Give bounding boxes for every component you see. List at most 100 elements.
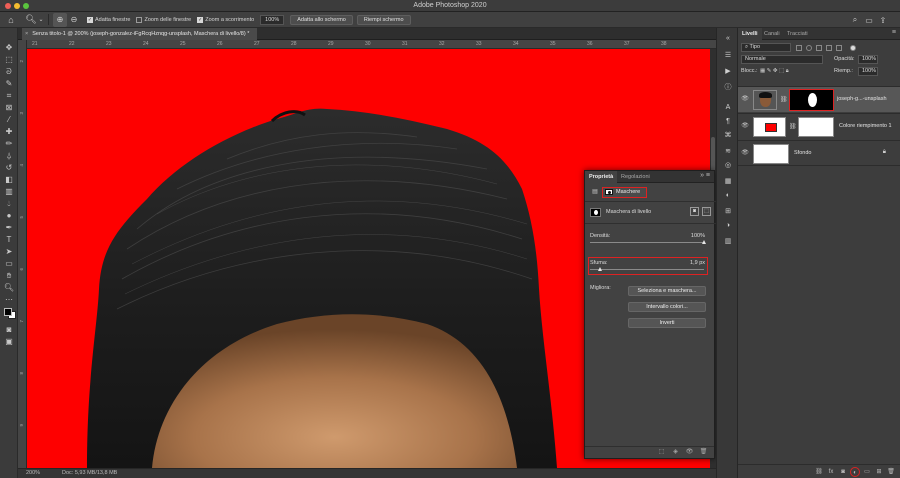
properties-icon[interactable]: ▦ bbox=[722, 176, 734, 187]
tab-adjustments[interactable]: Regolazioni bbox=[617, 171, 654, 183]
path-selection-tool-icon[interactable]: ➤ bbox=[2, 246, 16, 257]
color-icon[interactable]: ◑ bbox=[722, 220, 734, 231]
fit-screen-button[interactable]: Adatta allo schermo bbox=[290, 14, 353, 25]
swatches-icon[interactable]: ▥ bbox=[722, 236, 734, 247]
zoom-all-windows-checkbox[interactable]: Zoom delle finestre bbox=[136, 16, 191, 23]
invert-button[interactable]: Inverti bbox=[628, 318, 706, 328]
masks-section-chip[interactable]: Maschere bbox=[602, 186, 648, 198]
blur-tool-icon[interactable]: 💧︎ bbox=[2, 198, 16, 209]
character-icon[interactable]: A bbox=[722, 102, 734, 113]
filter-adjustment-icon[interactable] bbox=[806, 45, 812, 51]
density-value[interactable]: 100% bbox=[691, 233, 705, 239]
chevron-down-icon[interactable]: ⌄ bbox=[38, 13, 44, 27]
trash-icon[interactable]: 🗑︎ bbox=[886, 467, 896, 477]
visibility-icon[interactable]: 👁︎ bbox=[741, 95, 749, 103]
pixel-mask-icon[interactable]: ▤ bbox=[591, 188, 599, 196]
crop-tool-icon[interactable]: ⌗ bbox=[2, 90, 16, 101]
link-icon[interactable]: ⛓ bbox=[780, 96, 788, 103]
actions-icon[interactable]: ▶ bbox=[722, 66, 734, 77]
glyphs-icon[interactable]: ⌘ bbox=[722, 130, 734, 141]
tab-properties[interactable]: Proprietà bbox=[585, 171, 618, 183]
type-tool-icon[interactable]: T bbox=[2, 234, 16, 245]
paragraph-icon[interactable]: ¶ bbox=[722, 116, 734, 127]
tab-channels[interactable]: Canali bbox=[760, 28, 784, 40]
zoom-in-icon[interactable]: ⊕ bbox=[53, 12, 67, 27]
zoom-tool-icon[interactable]: 🔍︎ bbox=[24, 13, 38, 27]
adjustment-layer-icon[interactable]: ◐ bbox=[850, 466, 860, 477]
fit-windows-checkbox[interactable]: ✓ Adatta finestre bbox=[87, 16, 130, 23]
layer-row[interactable]: 👁︎ ⛓ Colore riempimento 1 bbox=[738, 113, 900, 139]
layer-name[interactable]: joseph-g...-unsplash bbox=[837, 96, 887, 102]
hand-tool-icon[interactable]: ✋︎ bbox=[2, 270, 16, 281]
eraser-tool-icon[interactable]: ◧ bbox=[2, 174, 16, 185]
rectangle-tool-icon[interactable]: ▭ bbox=[2, 258, 16, 269]
link-icon[interactable]: ⛓ bbox=[789, 123, 797, 130]
filter-type-icon[interactable] bbox=[816, 45, 822, 51]
new-layer-icon[interactable]: ⊞ bbox=[874, 467, 884, 477]
add-mask-icon[interactable]: ◙ bbox=[838, 467, 848, 477]
panel-menu-icon[interactable]: » ≡ bbox=[700, 172, 710, 179]
status-doc-info[interactable]: Doc: 5,93 MB/13,8 MB bbox=[62, 469, 117, 478]
select-and-mask-button[interactable]: Seleziona e maschera... bbox=[628, 286, 706, 296]
history-brush-tool-icon[interactable]: ↺ bbox=[2, 162, 16, 173]
link-layers-icon[interactable]: ⛓ bbox=[814, 467, 824, 477]
lock-icon[interactable]: 🔒︎ bbox=[883, 149, 886, 156]
layer-row[interactable]: 👁︎ Sfondo 🔒︎ bbox=[738, 140, 900, 166]
lasso-tool-icon[interactable]: ᘐ bbox=[2, 66, 16, 77]
density-track[interactable] bbox=[590, 242, 704, 243]
home-icon[interactable]: ⌂ bbox=[4, 13, 18, 27]
apply-mask-icon[interactable]: ◈ bbox=[671, 448, 680, 457]
collapse-icon[interactable]: « bbox=[722, 33, 734, 44]
trash-icon[interactable]: 🗑︎ bbox=[699, 448, 708, 457]
load-selection-icon[interactable]: ⬚ bbox=[657, 448, 666, 457]
filter-kind-select[interactable]: ⌕ Tipo bbox=[741, 43, 791, 52]
quick-selection-tool-icon[interactable]: ✎ bbox=[2, 78, 16, 89]
brushes-icon[interactable]: ≋ bbox=[722, 146, 734, 157]
visibility-icon[interactable]: 👁︎ bbox=[685, 448, 694, 457]
info-icon[interactable]: ⓘ bbox=[722, 82, 734, 93]
brush-tool-icon[interactable]: ✏ bbox=[2, 138, 16, 149]
blend-mode-select[interactable]: Normale bbox=[741, 55, 823, 64]
filter-shape-icon[interactable] bbox=[826, 45, 832, 51]
layer-mask-thumbnail[interactable] bbox=[798, 117, 834, 137]
screen-mode-icon[interactable]: ▣ bbox=[2, 336, 16, 347]
layer-mask-thumbnail[interactable] bbox=[789, 89, 834, 111]
more-tools-icon[interactable]: ⋯ bbox=[2, 294, 16, 305]
new-group-icon[interactable]: ▭ bbox=[862, 467, 872, 477]
status-zoom[interactable]: 200% bbox=[26, 469, 40, 478]
adjustments-icon[interactable]: ◐ bbox=[722, 190, 734, 201]
gradient-tool-icon[interactable]: ▥ bbox=[2, 186, 16, 197]
add-vector-mask-icon[interactable]: ⬚ bbox=[702, 207, 711, 216]
fill-field[interactable]: 100% bbox=[858, 67, 878, 76]
move-tool-icon[interactable]: ✥ bbox=[2, 42, 16, 53]
opacity-field[interactable]: 100% bbox=[858, 55, 878, 64]
feather-track[interactable] bbox=[590, 269, 704, 270]
color-swatches-icon[interactable] bbox=[2, 308, 16, 319]
scrubby-zoom-checkbox[interactable]: ✓ Zoom a scorrimento bbox=[197, 16, 254, 23]
history-icon[interactable]: ☰ bbox=[722, 50, 734, 61]
healing-brush-tool-icon[interactable]: ✚ bbox=[2, 126, 16, 137]
zoom-tool-icon[interactable]: 🔍︎ bbox=[2, 282, 16, 293]
dodge-tool-icon[interactable]: ● bbox=[2, 210, 16, 221]
density-knob[interactable] bbox=[701, 240, 706, 244]
foreground-color-icon[interactable] bbox=[4, 308, 12, 316]
feather-slider[interactable]: Sfuma: 1,9 px bbox=[590, 260, 711, 274]
filter-toggle-icon[interactable] bbox=[850, 45, 856, 51]
frame-tool-icon[interactable]: ⊠ bbox=[2, 102, 16, 113]
filter-pixel-icon[interactable] bbox=[796, 45, 802, 51]
marquee-tool-icon[interactable]: ⬚ bbox=[2, 54, 16, 65]
clone-stamp-tool-icon[interactable]: ⍙ bbox=[2, 150, 16, 161]
workspace-icon[interactable]: ▭ bbox=[862, 13, 876, 27]
pen-tool-icon[interactable]: ✒ bbox=[2, 222, 16, 233]
layer-name[interactable]: Colore riempimento 1 bbox=[839, 123, 892, 129]
layer-style-icon[interactable]: fx bbox=[826, 467, 836, 477]
filter-smart-object-icon[interactable] bbox=[836, 45, 842, 51]
eyedropper-tool-icon[interactable]: ⁄ bbox=[2, 114, 16, 125]
document-tab[interactable]: × Senza titolo-1 @ 200% (joseph-gonzalez-… bbox=[22, 28, 258, 40]
share-icon[interactable]: ⇪ bbox=[876, 13, 890, 27]
zoom-value-field[interactable]: 100% bbox=[260, 14, 285, 25]
search-icon[interactable]: ⌕ bbox=[848, 13, 862, 27]
layer-name[interactable]: Sfondo bbox=[794, 150, 811, 156]
clone-source-icon[interactable]: ◎ bbox=[722, 160, 734, 171]
color-range-button[interactable]: Intervallo colori... bbox=[628, 302, 706, 312]
